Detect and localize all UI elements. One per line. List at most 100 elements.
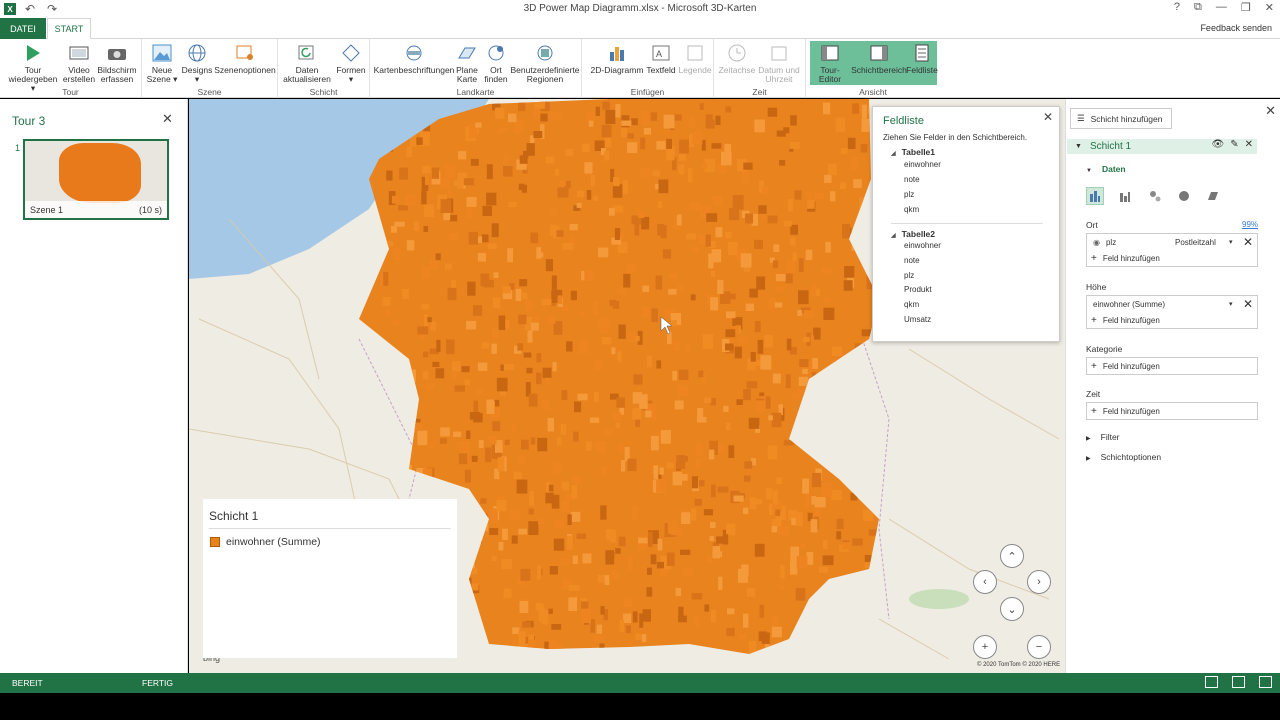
shapes-button[interactable]: Formen ▾ [334, 42, 368, 84]
delete-layer-icon[interactable]: ✕ [1245, 139, 1253, 150]
map-legend[interactable]: Schicht 1 einwohner (Summe) [203, 499, 457, 658]
rotate-right-button[interactable]: › [1027, 570, 1051, 594]
layer-options-section[interactable]: ▶ Schichtoptionen [1086, 452, 1161, 462]
undo-icon[interactable]: ↶ [22, 2, 38, 16]
minimize-icon[interactable]: — [1216, 1, 1227, 14]
map-column [621, 127, 628, 138]
map-column [621, 120, 632, 126]
eye-icon[interactable]: 👁 [1212, 139, 1225, 150]
table-tabelle1[interactable]: ◢ Tabelle1 [891, 147, 935, 157]
tilt-up-button[interactable]: ⌃ [1000, 544, 1024, 568]
map-column [762, 186, 770, 195]
layer-pane-button[interactable]: Schichtbereich [851, 42, 907, 75]
close-layer-pane-icon[interactable]: ✕ [1265, 103, 1276, 119]
location-type-select[interactable]: Postleitzahl [1175, 238, 1216, 247]
map-column [724, 143, 732, 154]
feedback-link[interactable]: Feedback senden [1200, 23, 1272, 33]
help-icon[interactable]: ? [1174, 1, 1180, 14]
map-column [423, 351, 429, 358]
designs-button[interactable]: Designs ▾ [180, 42, 214, 84]
date-time-button[interactable]: Datum und Uhrzeit [756, 42, 802, 84]
tab-file[interactable]: DATEI [0, 18, 46, 39]
chevron-down-icon[interactable]: ▾ [1229, 300, 1233, 308]
zoom-in-button[interactable]: + [973, 635, 997, 659]
remove-field-icon[interactable]: ✕ [1243, 297, 1253, 311]
close-window-icon[interactable]: ✕ [1265, 1, 1274, 14]
play-tour-button[interactable]: Tour wiedergeben ▾ [6, 42, 60, 93]
add-time-field[interactable]: + Feld hinzufügen [1087, 403, 1257, 419]
refresh-data-button[interactable]: Daten aktualisieren [282, 42, 332, 84]
create-video-button[interactable]: Video erstellen [60, 42, 98, 84]
excel-icon: X [4, 3, 16, 15]
new-scene-button[interactable]: Neue Szene ▾ [146, 42, 178, 84]
tilt-down-button[interactable]: ⌄ [1000, 597, 1024, 621]
filter-section[interactable]: ▶ Filter [1086, 432, 1120, 442]
map-column [830, 383, 835, 397]
redo-icon[interactable]: ↷ [44, 2, 60, 16]
add-location-field[interactable]: + Feld hinzufügen [1087, 250, 1257, 266]
legend-title: Schicht 1 [209, 509, 259, 523]
field-item[interactable]: note [904, 175, 920, 184]
maximize-icon[interactable]: ❐ [1241, 1, 1251, 14]
field-item[interactable]: qkm [904, 205, 919, 214]
clustered-column-icon[interactable] [1116, 187, 1134, 205]
field-item[interactable]: einwohner [904, 160, 941, 169]
view-normal-icon[interactable] [1205, 676, 1218, 688]
table-tabelle2[interactable]: ◢ Tabelle2 [891, 229, 935, 239]
field-item[interactable]: einwohner [904, 241, 941, 250]
chevron-down-icon[interactable]: ▾ [1229, 238, 1233, 246]
map-column [706, 213, 718, 222]
add-category-field[interactable]: + Feld hinzufügen [1087, 358, 1257, 374]
zoom-out-button[interactable]: − [1027, 635, 1051, 659]
field-item[interactable]: plz [904, 271, 914, 280]
map-column [389, 394, 400, 408]
flat-map-button[interactable]: Plane Karte [454, 42, 480, 84]
textbox-button[interactable]: A Textfeld [644, 42, 678, 75]
tab-start[interactable]: START [47, 18, 91, 40]
field-item[interactable]: qkm [904, 300, 919, 309]
chart-2d-button[interactable]: 2D-Diagramm [590, 42, 644, 75]
remove-field-icon[interactable]: ✕ [1243, 235, 1253, 249]
find-location-button[interactable]: Ort finden [482, 42, 510, 84]
map-labels-button[interactable]: Kartenbeschriftungen [374, 42, 454, 75]
rotate-left-button[interactable]: ‹ [973, 570, 997, 594]
pencil-icon[interactable]: ✎ [1230, 139, 1238, 150]
view-fit-icon[interactable] [1232, 676, 1245, 688]
map-column [399, 167, 408, 180]
map-column [853, 389, 861, 403]
location-field: plz [1105, 237, 1117, 247]
timeline-button[interactable]: Zeitachse [718, 42, 756, 75]
map-column [862, 509, 874, 522]
legend-button[interactable]: Legende [678, 42, 712, 75]
field-item[interactable]: Umsatz [904, 315, 931, 324]
bubble-icon[interactable] [1146, 187, 1164, 205]
field-list-button[interactable]: Feldliste [906, 42, 938, 75]
custom-regions-button[interactable]: Benutzerdefinierte Regionen [510, 42, 580, 84]
data-section-header[interactable]: ▼ Daten [1086, 164, 1126, 174]
location-match-percent[interactable]: 99% [1242, 220, 1258, 229]
map-column [791, 392, 803, 400]
close-field-list-icon[interactable]: ✕ [1043, 110, 1053, 124]
location-field-row[interactable]: ◉ plz Postleitzahl ▾ ✕ [1087, 234, 1257, 250]
add-height-field[interactable]: + Feld hinzufügen [1087, 312, 1257, 328]
stacked-column-icon[interactable] [1086, 187, 1104, 205]
view-fullscreen-icon[interactable] [1259, 676, 1272, 688]
heatmap-icon[interactable] [1175, 187, 1193, 205]
map-column [601, 337, 612, 345]
map-column [647, 567, 652, 575]
field-item[interactable]: note [904, 256, 920, 265]
add-layer-button[interactable]: ☰ Schicht hinzufügen [1070, 108, 1172, 129]
height-field-row[interactable]: einwohner (Summe) ▾ ✕ [1087, 296, 1257, 312]
capture-screen-button[interactable]: Bildschirm erfassen [96, 42, 138, 84]
scene-options-button[interactable]: Szenenoptionen [214, 42, 276, 75]
height-field: einwohner (Summe) [1093, 299, 1166, 309]
restore-ribbon-icon[interactable]: ⧉ [1194, 1, 1202, 14]
region-icon[interactable] [1204, 187, 1222, 205]
scene-thumbnail[interactable]: Szene 1 (10 s) [23, 139, 169, 220]
map-column [628, 642, 633, 652]
tour-editor-button[interactable]: Tour-Editor [810, 42, 850, 84]
layer-header[interactable]: ▼ Schicht 1 👁 ✎ ✕ [1067, 139, 1257, 154]
field-item[interactable]: Produkt [904, 285, 932, 294]
close-tour-pane-icon[interactable]: ✕ [162, 111, 173, 127]
field-item[interactable]: plz [904, 190, 914, 199]
